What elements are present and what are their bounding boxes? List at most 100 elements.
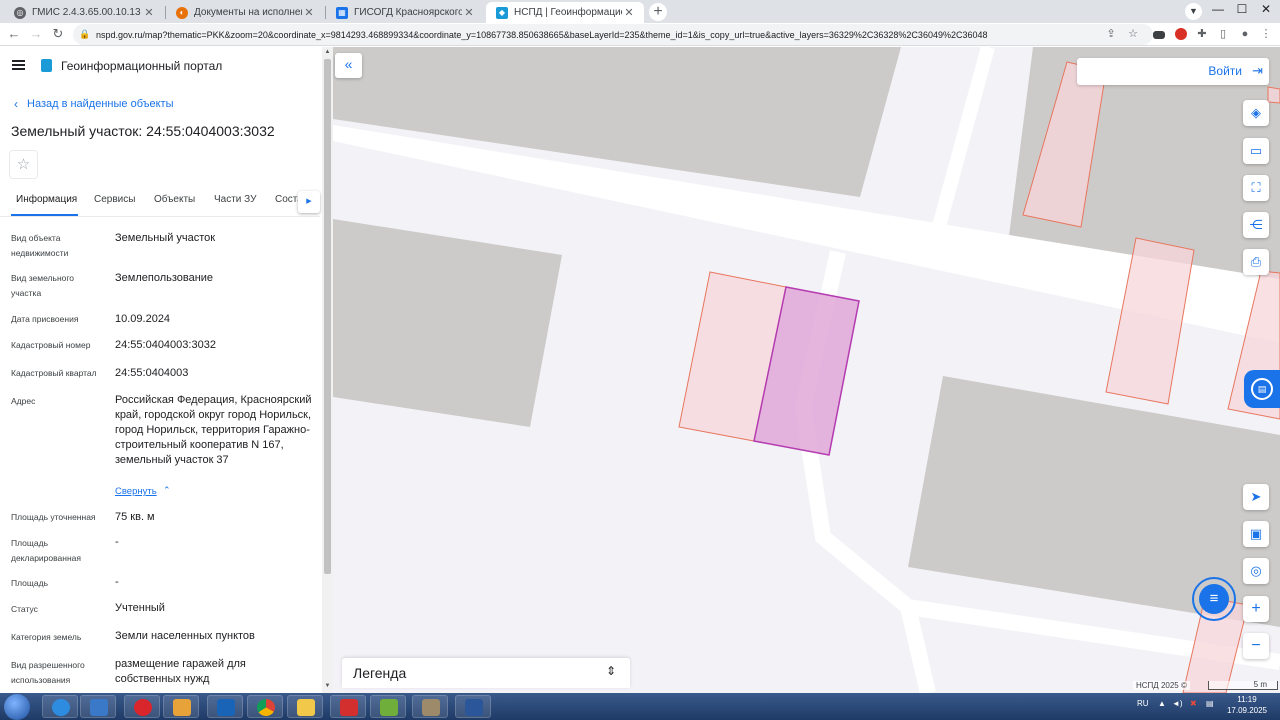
tabs-divider	[0, 216, 320, 217]
locate-icon[interactable]: ◎	[1243, 558, 1269, 584]
field-label-assignment-date: Дата присвоения	[11, 314, 79, 324]
back-arrow-icon[interactable]: ←	[6, 26, 22, 42]
zoom-in-button[interactable]: +	[1243, 596, 1269, 622]
field-label-cadastral-number: Кадастровый номер	[11, 340, 91, 350]
close-tab-icon[interactable]: ✕	[462, 6, 476, 19]
tab-services[interactable]: Сервисы	[94, 194, 135, 205]
close-window-button[interactable]: ✕	[1255, 0, 1277, 20]
portal-title: Геоинформационный портал	[61, 59, 223, 73]
taskbar-ie[interactable]	[42, 695, 78, 718]
close-tab-icon[interactable]: ✕	[622, 6, 636, 19]
taskbar-explorer[interactable]	[287, 695, 323, 718]
share-page-icon[interactable]: ⇪	[1103, 26, 1119, 42]
new-tab-button[interactable]: +	[649, 3, 667, 21]
layers-icon[interactable]: ◈	[1243, 100, 1269, 126]
taskbar-user-app[interactable]	[412, 695, 448, 718]
expand-collapse-icon[interactable]: ⇕	[606, 664, 616, 678]
share-icon[interactable]: ⋲	[1243, 212, 1269, 238]
minimap-icon[interactable]: ▣	[1243, 521, 1269, 547]
field-label-status: Статус	[11, 604, 38, 614]
browser-toolbar: ← → ↻ 🔒 nspd.gov.ru/map?thematic=PKK&zoo…	[0, 23, 1280, 46]
chevron-left-icon: ‹	[14, 97, 18, 111]
field-label-area: Площадь	[11, 578, 49, 588]
globe-icon: ◎	[14, 6, 26, 19]
action-center-icon[interactable]: ▤	[1206, 699, 1214, 708]
start-button[interactable]	[4, 694, 30, 720]
tray-arrow-icon[interactable]: ▲	[1158, 699, 1166, 708]
tab-information[interactable]: Информация	[16, 194, 77, 205]
tabs-scroll-right-icon[interactable]: ▶	[298, 191, 320, 213]
minimize-button[interactable]: —	[1207, 0, 1229, 20]
volume-icon[interactable]: ◄)	[1172, 699, 1183, 708]
folder-icon	[297, 699, 315, 716]
maximize-button[interactable]: ☐	[1231, 0, 1253, 20]
chevron-up-icon[interactable]: ⌃	[163, 485, 171, 496]
parcel-title: Земельный участок: 24:55:0404003:3032	[11, 123, 275, 139]
language-indicator[interactable]: RU	[1137, 699, 1149, 708]
taskbar-opera[interactable]	[124, 695, 160, 718]
taskbar-chrome[interactable]	[247, 695, 283, 718]
side-panel-icon[interactable]: ▯	[1215, 26, 1231, 42]
tab-label: ГМИС 2.4.3.65.00.10.13	[32, 7, 141, 18]
area-select-icon[interactable]: ⛶	[1243, 175, 1269, 201]
extension-icon[interactable]	[1153, 31, 1165, 39]
favorite-star-button[interactable]: ☆	[9, 150, 38, 179]
taskbar-gis-app[interactable]	[370, 695, 406, 718]
field-label-land-category: Категория земель	[11, 632, 82, 642]
map-canvas[interactable]	[333, 47, 1280, 693]
taskbar-bird[interactable]	[80, 695, 116, 718]
zoom-out-button[interactable]: −	[1243, 633, 1269, 659]
taskbar-media[interactable]	[163, 695, 199, 718]
field-value-permitted-use: размещение гаражей для собственных нужд	[115, 658, 246, 685]
reload-icon[interactable]: ↻	[50, 26, 66, 42]
taskbar-outlook[interactable]	[207, 695, 243, 718]
login-button[interactable]: Войти ⇥	[1077, 58, 1269, 85]
forward-arrow-icon[interactable]: →	[28, 26, 44, 42]
document-scan-button[interactable]: ▤	[1244, 370, 1280, 408]
taskbar-word[interactable]	[455, 695, 491, 718]
scroll-down-icon[interactable]: ▼	[324, 683, 331, 689]
clock-date: 17.09.2025	[1226, 706, 1268, 715]
browser-tab-gmis[interactable]: ◎ ГМИС 2.4.3.65.00.10.13 ✕	[4, 2, 164, 23]
back-to-results-link[interactable]: ‹ Назад в найденные объекты	[14, 97, 174, 111]
field-value-address: Российская Федерация, Красноярский край,…	[115, 394, 312, 466]
scroll-up-icon[interactable]: ▲	[324, 49, 331, 55]
print-icon[interactable]: ⎙	[1243, 249, 1269, 275]
field-value-area-declared: -	[115, 536, 119, 548]
portal-logo-icon	[41, 59, 52, 72]
taskbar-acrobat[interactable]	[330, 695, 366, 718]
collapse-address-link[interactable]: Свернуть	[115, 486, 157, 497]
field-label-object-type: Вид объекта недвижимости	[11, 233, 69, 258]
object-info-panel: Геоинформационный портал ‹ Назад в найде…	[0, 47, 333, 693]
collapse-panel-button[interactable]: «	[335, 53, 362, 78]
browser-tab-documents[interactable]: ◐ Документы на исполнении ✕	[166, 2, 324, 23]
chat-button[interactable]: ≡	[1192, 577, 1236, 621]
legend-panel[interactable]: Легенда ⇕	[342, 658, 630, 688]
tab-search-icon[interactable]: ▼	[1185, 3, 1202, 20]
menu-icon[interactable]	[12, 60, 25, 70]
ruler-icon[interactable]: ▭	[1243, 138, 1269, 164]
extension-icon[interactable]	[1175, 28, 1187, 40]
browser-menu-icon[interactable]: ⋮	[1258, 26, 1274, 42]
profile-icon[interactable]: ●	[1237, 26, 1253, 42]
field-label-permitted-use: Вид разрешенного использования	[11, 660, 85, 685]
network-alert-icon[interactable]: ✖	[1190, 699, 1197, 708]
scrollbar-thumb[interactable]	[324, 59, 331, 574]
acrobat-icon	[340, 699, 358, 716]
person-app-icon	[422, 699, 440, 716]
navigate-icon[interactable]: ➤	[1243, 484, 1269, 510]
internet-explorer-icon	[52, 699, 70, 716]
panel-scrollbar[interactable]: ▲ ▼	[322, 47, 333, 693]
browser-tab-nspd[interactable]: ◆ НСПД | Геоинформационный п ✕	[486, 2, 644, 23]
field-label-area-refined: Площадь уточненная	[11, 512, 96, 522]
tab-objects[interactable]: Объекты	[154, 194, 195, 205]
close-tab-icon[interactable]: ✕	[302, 6, 316, 19]
media-player-icon	[173, 699, 191, 716]
bookmark-star-icon[interactable]: ☆	[1125, 26, 1141, 42]
address-bar[interactable]: 🔒 nspd.gov.ru/map?thematic=PKK&zoom=20&c…	[73, 24, 1153, 45]
tab-parcel-parts[interactable]: Части ЗУ	[214, 194, 256, 205]
system-clock[interactable]: 11:19 17.09.2025	[1222, 694, 1272, 716]
close-tab-icon[interactable]: ✕	[142, 6, 156, 19]
browser-tab-gisogd[interactable]: ▦ ГИСОГД Красноярского края ✕	[326, 2, 484, 23]
puzzle-extensions-icon[interactable]: ✚	[1194, 26, 1210, 42]
